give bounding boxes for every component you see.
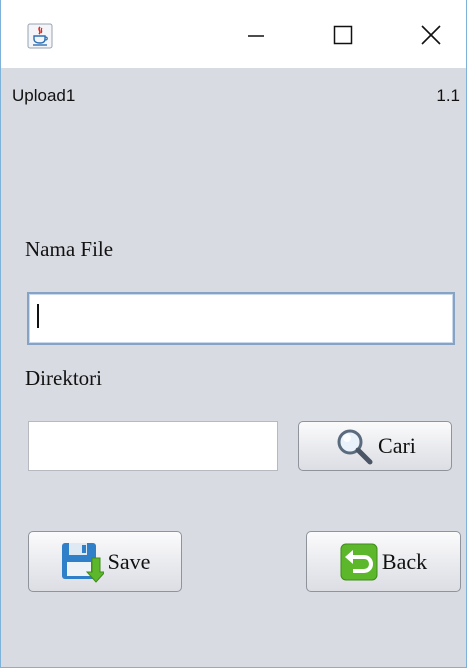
title-bar — [1, 0, 466, 68]
minimize-icon — [248, 35, 264, 37]
maximize-icon — [333, 25, 353, 45]
cari-button[interactable]: Cari — [298, 421, 452, 471]
menu-item-version[interactable]: 1.1 — [436, 86, 460, 106]
nama-file-label: Nama File — [25, 237, 114, 261]
menu-bar: Upload1 1.1 — [1, 86, 466, 110]
close-icon — [421, 25, 441, 45]
cari-label: Cari — [378, 433, 416, 458]
nama-file-input[interactable] — [27, 292, 455, 345]
back-arrow-icon — [340, 543, 378, 581]
direktori-label: Direktori — [25, 366, 102, 390]
direktori-input[interactable] — [28, 421, 278, 471]
minimize-button[interactable] — [233, 12, 279, 58]
save-label: Save — [107, 548, 151, 574]
back-label: Back — [381, 548, 428, 574]
text-caret — [37, 304, 39, 328]
magnifier-icon — [334, 426, 374, 466]
floppy-save-icon — [60, 540, 104, 584]
menu-item-upload1[interactable]: Upload1 — [12, 86, 75, 106]
back-button[interactable]: Back — [306, 531, 461, 592]
app-window: Upload1 1.1 Nama File Direktori Cari Sav… — [0, 0, 467, 668]
close-button[interactable] — [408, 12, 454, 58]
java-icon — [27, 23, 53, 49]
save-button[interactable]: Save — [28, 531, 182, 592]
maximize-button[interactable] — [320, 12, 366, 58]
